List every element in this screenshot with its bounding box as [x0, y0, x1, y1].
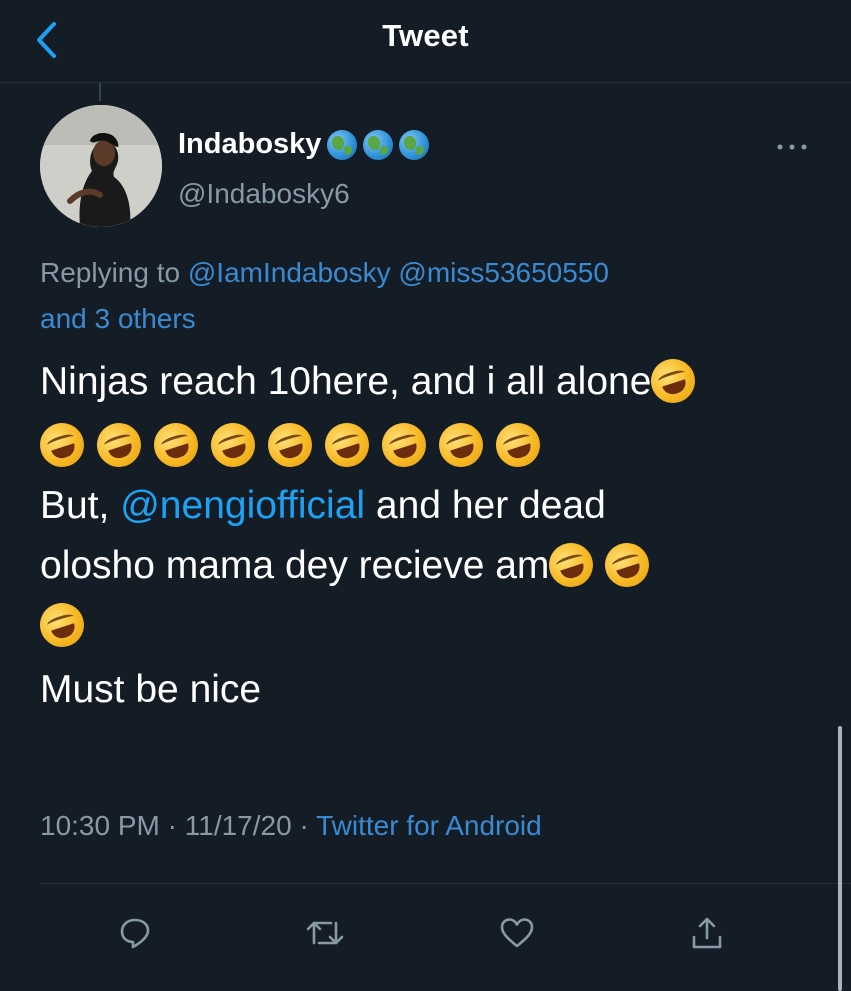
- mention-link[interactable]: @miss53650550: [398, 257, 609, 288]
- more-horizontal-icon: [777, 144, 807, 150]
- action-bar: [0, 900, 851, 970]
- top-header: Tweet: [0, 0, 851, 83]
- tweet-line: olosho mama dey recieve am: [40, 536, 820, 596]
- mention-link[interactable]: @IamIndabosky: [188, 257, 391, 288]
- tweet-screen: Tweet Indabosky @Indabosky6 Replying to …: [0, 0, 851, 991]
- share-icon: [692, 917, 722, 949]
- avatar[interactable]: [40, 105, 162, 227]
- rolling-on-the-floor-laughing-icon: [34, 417, 90, 473]
- rolling-on-the-floor-laughing-icon: [433, 417, 489, 473]
- replying-to: Replying to @IamIndabosky @miss53650550 …: [40, 250, 800, 342]
- tweet-line: Must be nice: [40, 660, 820, 720]
- tweet-line: But, @nengiofficial and her dead: [40, 476, 820, 536]
- page-title: Tweet: [382, 18, 469, 53]
- tweet-text: Ninjas reach 10here, and i all alone But…: [34, 352, 820, 720]
- emoji-row: [34, 596, 820, 656]
- replying-to-label: Replying to: [40, 257, 181, 288]
- share-button[interactable]: [682, 908, 732, 958]
- rolling-on-the-floor-laughing-icon: [262, 417, 318, 473]
- scrollbar[interactable]: [838, 726, 842, 991]
- tweet-line-text: olosho mama dey recieve am: [40, 544, 550, 587]
- rolling-on-the-floor-laughing-icon: [599, 537, 656, 593]
- tweet-line-text: Must be nice: [40, 668, 262, 711]
- rolling-on-the-floor-laughing-icon: [148, 417, 204, 473]
- tweet-line-text: Ninjas reach 10here, and i all alone: [40, 360, 652, 403]
- emoji-row: [34, 416, 820, 476]
- divider: [40, 883, 851, 884]
- tweet-metadata: 10:30 PM · 11/17/20 · Twitter for Androi…: [40, 810, 542, 842]
- globe-icon: [363, 129, 394, 160]
- display-name[interactable]: Indabosky: [178, 128, 321, 161]
- rolling-on-the-floor-laughing-icon: [34, 597, 90, 653]
- rolling-on-the-floor-laughing-icon: [376, 417, 432, 473]
- reply-button[interactable]: [110, 908, 160, 958]
- display-name-row: Indabosky: [178, 128, 430, 161]
- like-button[interactable]: [492, 908, 542, 958]
- tweet-date: 11/17/20: [184, 810, 292, 841]
- rolling-on-the-floor-laughing-icon: [645, 353, 702, 409]
- rolling-on-the-floor-laughing-icon: [490, 417, 546, 473]
- globe-icon: [327, 129, 358, 160]
- rolling-on-the-floor-laughing-icon: [543, 537, 600, 593]
- meta-separator: ·: [167, 810, 177, 841]
- rolling-on-the-floor-laughing-icon: [319, 417, 375, 473]
- tweet-line-text: But,: [40, 484, 110, 527]
- tweet-time: 10:30 PM: [40, 810, 160, 841]
- tweet-line-text: and her dead: [375, 484, 606, 527]
- user-handle[interactable]: @Indabosky6: [178, 178, 350, 210]
- profile-photo-icon: [40, 105, 162, 227]
- meta-separator: ·: [299, 810, 309, 841]
- reply-icon: [120, 918, 150, 949]
- retweet-icon: [306, 921, 344, 945]
- tweet-source-link[interactable]: Twitter for Android: [316, 810, 542, 841]
- retweet-button[interactable]: [300, 908, 350, 958]
- heart-icon: [500, 918, 534, 948]
- globe-icon: [399, 129, 430, 160]
- more-options-button[interactable]: [770, 132, 814, 162]
- mention-link[interactable]: @nengiofficial: [120, 484, 365, 527]
- thread-connector: [99, 83, 101, 101]
- others-link[interactable]: and 3 others: [40, 303, 196, 334]
- tweet-line: Ninjas reach 10here, and i all alone: [40, 352, 820, 412]
- rolling-on-the-floor-laughing-icon: [205, 417, 261, 473]
- rolling-on-the-floor-laughing-icon: [91, 417, 147, 473]
